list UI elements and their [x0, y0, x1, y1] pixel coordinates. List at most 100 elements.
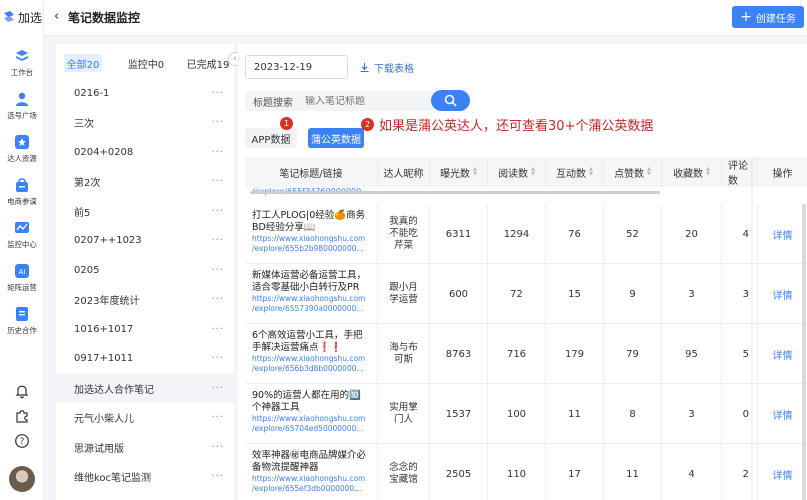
list-item[interactable]: 元气小柴人儿 ··· [56, 403, 234, 432]
help-icon[interactable]: ? [14, 433, 30, 449]
note-link[interactable]: /explore/656b3d8b0000000... [252, 364, 368, 374]
nav-item-talent[interactable]: 达人资源 [0, 134, 44, 172]
step-badge-2: 2 [361, 118, 374, 131]
list-item[interactable]: 维他koc笔记监测 ··· [56, 462, 234, 491]
detail-link[interactable]: 详情 [758, 384, 807, 444]
list-item[interactable]: 0216-1 ··· [56, 79, 234, 108]
page-title: 笔记数据监控 [68, 11, 141, 25]
nav-item-history[interactable]: 历史合作 [0, 306, 44, 344]
detail-link[interactable]: 详情 [758, 204, 807, 264]
list-item[interactable]: 0917+1011 ··· [56, 344, 234, 373]
list-item-label: 前5 [74, 208, 91, 219]
list-item[interactable]: 0205 ··· [56, 256, 234, 285]
detail-link[interactable]: 详情 [758, 444, 807, 500]
sort-icon[interactable]: ▲ ▼ [647, 167, 651, 177]
more-options-icon[interactable]: ··· [211, 324, 224, 335]
download-table-link[interactable]: 下载表格 [359, 60, 414, 75]
list-item-label: 加选达人合作笔记 [74, 385, 154, 396]
list-item-label: 元气小柴人儿 [74, 414, 134, 425]
note-link[interactable]: https://www.xiaohongshu.com [252, 414, 368, 424]
table-row: 打工人PLOG|0经验🍊商务BD经验分享📖 https://www.xiaoho… [245, 204, 807, 264]
app-data-button[interactable]: APP数据 [245, 128, 297, 148]
sort-icon[interactable]: ▲ ▼ [531, 167, 535, 177]
nav-item-selection[interactable]: 选号广场 [0, 91, 44, 129]
list-item[interactable]: 0207++1023 ··· [56, 226, 234, 255]
detail-link[interactable]: 详情 [758, 324, 807, 384]
note-link[interactable]: https://www.xiaohongshu.com [252, 354, 368, 364]
download-icon [360, 63, 369, 73]
note-link[interactable]: /explore/6557390a0000000... [252, 304, 368, 314]
nav-item-monitor[interactable]: 监控中心 [0, 220, 44, 258]
note-link[interactable]: /explore/655ef3db0000000... [252, 484, 368, 494]
nav-item-ecommerce[interactable]: 电商参谋 [0, 177, 44, 215]
more-options-icon[interactable]: ··· [211, 442, 224, 453]
app-logo[interactable]: 加选 [2, 7, 46, 27]
more-options-icon[interactable]: ··· [211, 383, 224, 394]
reads-cell: 72 [488, 264, 546, 324]
note-link[interactable]: https://www.xiaohongshu.com [252, 234, 368, 244]
more-options-icon[interactable]: ··· [211, 294, 224, 305]
sort-icon[interactable]: ▲ ▼ [473, 167, 477, 177]
column-header-likes[interactable]: 点赞数 ▲ ▼ [604, 157, 662, 187]
column-header-interactions[interactable]: 互动数 ▲ ▼ [546, 157, 604, 187]
sort-icon[interactable]: ▲ ▼ [706, 167, 710, 177]
horizontal-scrollbar[interactable] [250, 191, 660, 194]
more-options-icon[interactable]: ··· [211, 412, 224, 423]
search-type-select[interactable]: 标题搜索 [245, 94, 305, 109]
search-button[interactable] [431, 90, 470, 111]
exposure-cell: 2505 [430, 444, 488, 500]
pgy-data-button[interactable]: 蒲公英数据 [308, 128, 364, 148]
list-item[interactable]: 三次 ··· [56, 108, 234, 137]
tab-all[interactable]: 全部20 [64, 54, 102, 72]
more-options-icon[interactable]: ··· [211, 176, 224, 187]
likes-cell: 79 [604, 324, 662, 384]
back-chevron-icon[interactable]: ‹ [54, 9, 59, 24]
table-row: 效率神器㊙电商品牌媒介必备物流提醒神器 https://www.xiaohong… [245, 444, 807, 500]
more-options-icon[interactable]: ··· [211, 235, 224, 246]
download-label: 下载表格 [374, 64, 414, 75]
column-header-exposure[interactable]: 曝光数 ▲ ▼ [430, 157, 488, 187]
note-link[interactable]: https://www.xiaohongshu.com [252, 294, 368, 304]
vertical-scrollbar[interactable] [802, 204, 806, 500]
note-link[interactable]: https://www.xiaohongshu.com [252, 474, 368, 484]
more-options-icon[interactable]: ··· [211, 117, 224, 128]
list-item[interactable]: 第2次 ··· [56, 167, 234, 196]
list-item-selected[interactable]: 加选达人合作笔记 ··· [56, 374, 234, 403]
status-tabs: 全部20 监控中0 已完成19 [64, 54, 234, 72]
puzzle-icon[interactable] [14, 408, 30, 424]
likes-cell: 9 [604, 264, 662, 324]
note-title-cell: 打工人PLOG|0经验🍊商务BD经验分享📖 https://www.xiaoho… [245, 204, 378, 264]
list-item[interactable]: 前5 ··· [56, 197, 234, 226]
date-picker[interactable]: 2023-12-19 [245, 55, 348, 79]
sort-icon[interactable]: ▲ ▼ [589, 167, 593, 177]
more-options-icon[interactable]: ··· [211, 147, 224, 158]
create-task-button[interactable]: + 创建任务 [732, 6, 804, 28]
nav-item-matrix[interactable]: AI 矩阵运营 [0, 263, 44, 301]
nav-item-workbench[interactable]: 工作台 [0, 48, 44, 86]
more-options-icon[interactable]: ··· [211, 471, 224, 482]
list-item-label: 0204+0208 [74, 147, 134, 158]
list-item[interactable]: 0204+0208 ··· [56, 138, 234, 167]
create-task-label: 创建任务 [755, 13, 796, 25]
more-options-icon[interactable]: ··· [211, 206, 224, 217]
search-input[interactable] [305, 95, 425, 107]
user-avatar[interactable] [9, 466, 35, 492]
more-options-icon[interactable]: ··· [211, 88, 224, 99]
bell-icon[interactable] [14, 383, 30, 399]
list-item[interactable]: 1016+1017 ··· [56, 315, 234, 344]
list-item[interactable]: 思源试用版 ··· [56, 433, 234, 462]
more-options-icon[interactable]: ··· [211, 353, 224, 364]
nav-label: 达人资源 [7, 154, 37, 163]
nav-label: 历史合作 [7, 326, 37, 335]
note-link[interactable]: /explore/655b2b980000000... [252, 244, 368, 254]
detail-link[interactable]: 详情 [758, 264, 807, 324]
column-header-favorites[interactable]: 收藏数 ▲ ▼ [662, 157, 722, 187]
note-title-cell: 新媒体运营必备运营工具，适合零基础小白转行及PR https://www.xia… [245, 264, 378, 324]
note-link[interactable]: /explore/65704ed50000000... [252, 424, 368, 434]
column-header-reads[interactable]: 阅读数 ▲ ▼ [488, 157, 546, 187]
more-options-icon[interactable]: ··· [211, 265, 224, 276]
workbench-icon [16, 50, 28, 61]
list-item[interactable]: 2023年度统计 ··· [56, 285, 234, 314]
search-icon [444, 94, 457, 107]
tab-monitoring[interactable]: 监控中0 [121, 54, 171, 72]
